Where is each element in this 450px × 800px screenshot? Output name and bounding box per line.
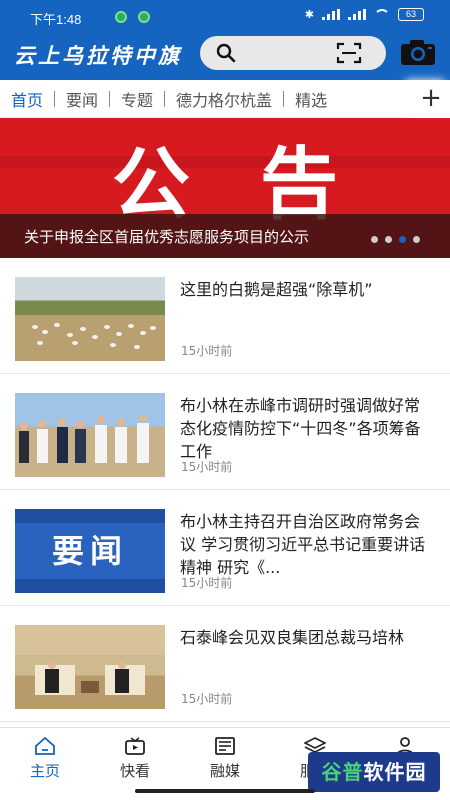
news-thumbnail [15, 625, 165, 709]
nav-media[interactable]: 融媒 [180, 728, 270, 787]
watermark-logo: 谷普软件园 [308, 752, 440, 792]
news-thumbnail: 要闻 [15, 509, 165, 593]
carousel-dot [385, 236, 392, 243]
app-brand-title: 云上乌拉特中旗 [14, 43, 182, 68]
search-bar[interactable] [200, 36, 386, 70]
gesture-home-bar[interactable] [135, 789, 315, 793]
status-indicators: ✱ 63 [305, 8, 424, 21]
news-title[interactable]: 石泰峰会见双良集团总裁马培林 [180, 626, 435, 649]
banner-caption[interactable]: 关于申报全区首届优秀志愿服务项目的公示 [24, 226, 394, 247]
wifi-icon [374, 8, 390, 21]
add-channel-button[interactable]: + [412, 80, 450, 118]
camera-icon[interactable] [400, 38, 436, 66]
thumbnail-label: 要闻 [51, 532, 128, 570]
news-title[interactable]: 布小林在赤峰市调研时强调做好常态化疫情防控下“十四冬”各项筹备工作 [180, 394, 435, 463]
news-thumbnail [15, 393, 165, 477]
channel-tabs: 首页 要闻 专题 德力格尔杭盖 精选 + [0, 80, 450, 118]
news-list: 这里的白鹅是超强“除草机” 15小时前 布小林在赤峰市调研时强调做好常态化疫情防… [0, 258, 450, 722]
status-bar: 下午1:48 ✱ 63 [0, 0, 450, 34]
battery-icon: 63 [398, 8, 424, 21]
news-item[interactable]: 要闻 布小林主持召开自治区政府常务会议 学习贯彻习近平总书记重要讲话精神 研究《… [0, 490, 450, 606]
news-time: 15小时前 [181, 460, 233, 474]
news-title[interactable]: 这里的白鹅是超强“除草机” [180, 278, 435, 301]
news-time: 15小时前 [181, 344, 233, 358]
home-icon [35, 736, 55, 755]
nav-quick-look[interactable]: 快看 [90, 728, 180, 787]
geese-field-image [32, 323, 156, 349]
news-item[interactable]: 布小林在赤峰市调研时强调做好常态化疫情防控下“十四冬”各项筹备工作 15小时前 [0, 374, 450, 490]
nav-home[interactable]: 主页 [0, 728, 90, 787]
carousel-dot-active [399, 236, 406, 243]
watermark-right: 软件园 [363, 760, 427, 784]
nav-label: 快看 [119, 762, 150, 780]
notification-icon [138, 11, 150, 23]
news-title[interactable]: 布小林主持召开自治区政府常务会议 学习贯彻习近平总书记重要讲话精神 研究《... [180, 510, 435, 579]
video-icon [125, 737, 145, 755]
signal-icon [348, 9, 366, 20]
news-thumbnail [15, 277, 165, 361]
status-time: 下午1:48 [30, 12, 82, 27]
news-time: 15小时前 [181, 692, 233, 706]
notification-icon [115, 11, 127, 23]
officials-group-image [19, 414, 149, 463]
watermark-left: 谷普 [321, 760, 364, 784]
app-header: 云上乌拉特中旗 [0, 34, 450, 80]
carousel-indicator [371, 236, 420, 243]
tab-headlines[interactable]: 要闻 [55, 87, 109, 111]
meeting-room-image [15, 625, 165, 695]
scan-icon[interactable] [336, 41, 362, 65]
bluetooth-icon: ✱ [304, 9, 314, 21]
news-time: 15小时前 [181, 576, 233, 590]
nav-label: 融媒 [209, 762, 240, 780]
banner-carousel[interactable]: 公告 关于申报全区首届优秀志愿服务项目的公示 [0, 118, 450, 258]
news-item[interactable]: 石泰峰会见双良集团总裁马培林 15小时前 [0, 606, 450, 722]
tab-home[interactable]: 首页 [0, 87, 54, 111]
carousel-dot [413, 236, 420, 243]
nav-label: 主页 [29, 762, 60, 780]
signal-icon [322, 9, 340, 20]
tab-topics[interactable]: 专题 [110, 87, 164, 111]
tab-deliger-hanggai[interactable]: 德力格尔杭盖 [165, 87, 283, 111]
newspaper-icon [215, 737, 235, 755]
news-item[interactable]: 这里的白鹅是超强“除草机” 15小时前 [0, 258, 450, 374]
tab-featured[interactable]: 精选 [284, 87, 338, 111]
carousel-dot [371, 236, 378, 243]
search-icon[interactable] [216, 43, 236, 63]
